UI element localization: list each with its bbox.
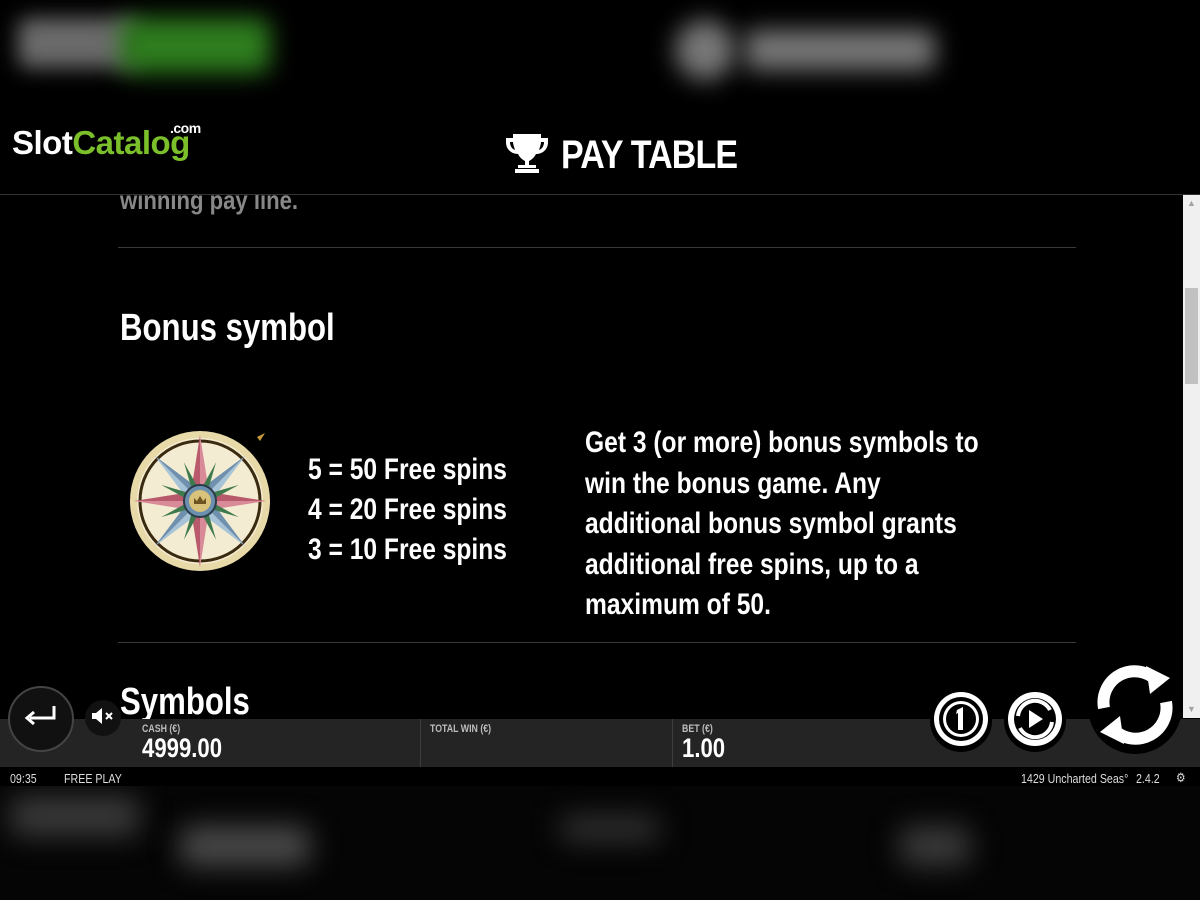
logo-com-text: .com: [170, 120, 201, 136]
scrollbar-thumb[interactable]: [1185, 288, 1198, 384]
autoplay-button[interactable]: [1004, 690, 1066, 752]
play-mode: FREE PLAY: [64, 771, 122, 786]
bet-value: 1.00: [682, 733, 726, 763]
back-button[interactable]: [8, 686, 74, 752]
total-win-label: TOTAL WIN (€): [430, 723, 492, 735]
coin-icon: [932, 690, 990, 753]
logo-slot-text: Slot: [12, 124, 73, 161]
return-arrow-icon: [24, 704, 58, 735]
game-name: 1429 Uncharted Seas°: [1021, 771, 1129, 786]
description-line: Get 3 (or more) bonus symbols to: [585, 426, 979, 459]
scrollbar[interactable]: ▲ ▼: [1183, 195, 1200, 718]
autoplay-icon: [1006, 690, 1064, 753]
payout-3: 3 = 10 Free spins: [308, 533, 507, 566]
section-divider: [118, 247, 1076, 248]
payout-4: 4 = 20 Free spins: [308, 493, 507, 526]
clock: 09:35: [10, 771, 37, 786]
cut-off-text: winning pay line.: [120, 195, 299, 215]
trophy-icon: [505, 132, 549, 179]
spin-button[interactable]: [1088, 660, 1182, 754]
blurred-bottom-banner: [0, 786, 1200, 900]
compass-rose-icon: [128, 425, 273, 577]
spin-arrows-icon: [1090, 660, 1180, 755]
slotcatalog-logo: SlotCatalog .com: [12, 120, 201, 162]
payout-5: 5 = 50 Free spins: [308, 453, 507, 486]
pay-table-header: PAY TABLE: [505, 132, 768, 179]
symbols-title: Symbols: [120, 681, 250, 723]
scroll-down-arrow[interactable]: ▼: [1183, 701, 1200, 718]
description-line: maximum of 50.: [585, 588, 771, 621]
description-line: additional free spins, up to a: [585, 547, 919, 581]
game-version: 2.4.2: [1136, 771, 1160, 786]
cash-value: 4999.00: [142, 733, 223, 763]
sound-toggle-button[interactable]: [85, 700, 121, 736]
blurred-top-banner: [0, 0, 1200, 110]
description-line: additional bonus symbol grants: [585, 507, 957, 540]
bet-level-button[interactable]: [930, 690, 992, 752]
settings-icon[interactable]: ⚙: [1176, 770, 1186, 786]
bonus-symbol-title: Bonus symbol: [120, 307, 335, 349]
speaker-muted-icon: [90, 706, 116, 731]
page-title: PAY TABLE: [561, 133, 738, 177]
bar-divider: [420, 719, 421, 767]
section-divider: [118, 642, 1076, 643]
description-line: win the bonus game. Any: [585, 466, 881, 500]
pay-table-content: winning pay line. Bonus symbol 5 = 50 Fr…: [0, 195, 1183, 720]
scroll-up-arrow[interactable]: ▲: [1183, 195, 1200, 212]
bar-divider: [672, 719, 673, 767]
bonus-description: Get 3 (or more) bonus symbols to win the…: [585, 423, 979, 626]
bonus-payouts: 5 = 50 Free spins 4 = 20 Free spins 3 = …: [308, 450, 507, 570]
